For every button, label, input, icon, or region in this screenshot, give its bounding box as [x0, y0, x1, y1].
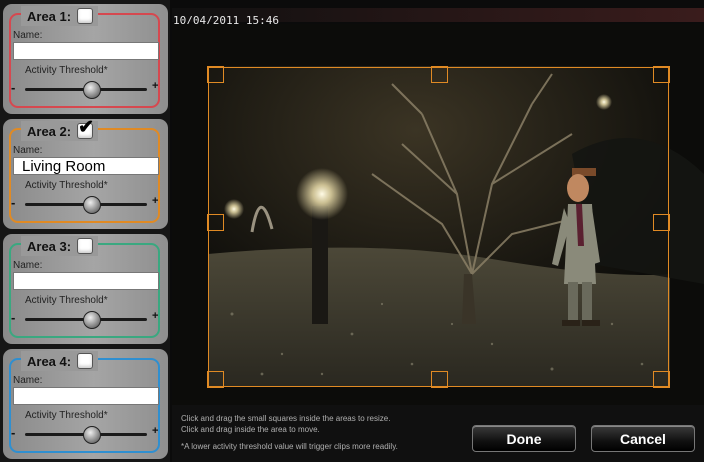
area-1-panel: Area 1: Name: Activity Threshold* - + [3, 4, 168, 114]
area-4-checkbox[interactable] [77, 353, 94, 369]
area-2-header: Area 2: ✔ [21, 118, 99, 141]
area-2-plus: + [152, 195, 159, 207]
area-4-threshold-label: Activity Threshold* [25, 410, 108, 421]
resize-handle-top-right[interactable] [653, 66, 670, 83]
area-3-panel: Area 3: Name: Activity Threshold* - + [3, 234, 168, 344]
area-1-name-input[interactable] [13, 42, 159, 60]
area-1-name-label: Name: [13, 30, 43, 41]
area-2-minus: - [11, 195, 16, 210]
area-2-title: Area 2: [27, 123, 72, 139]
hint-move: Click and drag inside the area to move. [181, 425, 320, 434]
area-3-name-input[interactable] [13, 272, 159, 290]
area-3-title: Area 3: [27, 238, 72, 254]
resize-handle-bottom-left[interactable] [207, 371, 224, 388]
hint-resize: Click and drag the small squares inside … [181, 414, 391, 423]
area-2-name-label: Name: [13, 145, 43, 156]
area-2-detection-region[interactable] [208, 67, 669, 387]
checkmark-icon: ✔ [78, 117, 94, 138]
area-2-name-input[interactable]: Living Room [13, 157, 159, 175]
area-3-threshold-knob[interactable] [83, 311, 102, 329]
area-1-minus: - [11, 80, 16, 95]
done-button[interactable]: Done [472, 425, 576, 452]
area-4-header: Area 4: [21, 351, 99, 371]
resize-handle-top[interactable] [431, 66, 448, 83]
area-3-minus: - [11, 310, 16, 325]
resize-handle-top-left[interactable] [207, 66, 224, 83]
area-3-checkbox[interactable] [77, 238, 94, 254]
area-1-plus: + [152, 80, 159, 92]
area-4-minus: - [11, 425, 16, 440]
area-1-title: Area 1: [27, 8, 72, 24]
area-4-title: Area 4: [27, 353, 72, 369]
area-4-name-input[interactable] [13, 387, 159, 405]
resize-handle-right[interactable] [653, 214, 670, 231]
area-1-checkbox[interactable] [77, 8, 94, 24]
area-3-threshold-label: Activity Threshold* [25, 295, 108, 306]
area-2-panel: Area 2: ✔ Name: Living Room Activity Thr… [3, 118, 168, 229]
area-2-threshold-label: Activity Threshold* [25, 180, 108, 191]
area-4-name-label: Name: [13, 375, 43, 386]
area-3-name-label: Name: [13, 260, 43, 271]
area-3-plus: + [152, 310, 159, 322]
area-4-panel: Area 4: Name: Activity Threshold* - + [3, 349, 168, 459]
area-1-threshold-knob[interactable] [83, 81, 102, 99]
resize-handle-bottom-right[interactable] [653, 371, 670, 388]
area-settings-sidebar: Area 1: Name: Activity Threshold* - + Ar… [0, 0, 170, 462]
area-2-threshold-knob[interactable] [83, 196, 102, 214]
cancel-button[interactable]: Cancel [591, 425, 695, 452]
area-4-plus: + [152, 425, 159, 437]
hint-threshold-note: *A lower activity threshold value will t… [181, 442, 398, 451]
area-1-threshold-label: Activity Threshold* [25, 65, 108, 76]
area-3-header: Area 3: [21, 236, 99, 256]
resize-handle-bottom[interactable] [431, 371, 448, 388]
area-1-header: Area 1: [21, 6, 99, 26]
resize-handle-left[interactable] [207, 214, 224, 231]
area-2-checkbox[interactable]: ✔ [77, 118, 94, 139]
area-4-threshold-knob[interactable] [83, 426, 102, 444]
